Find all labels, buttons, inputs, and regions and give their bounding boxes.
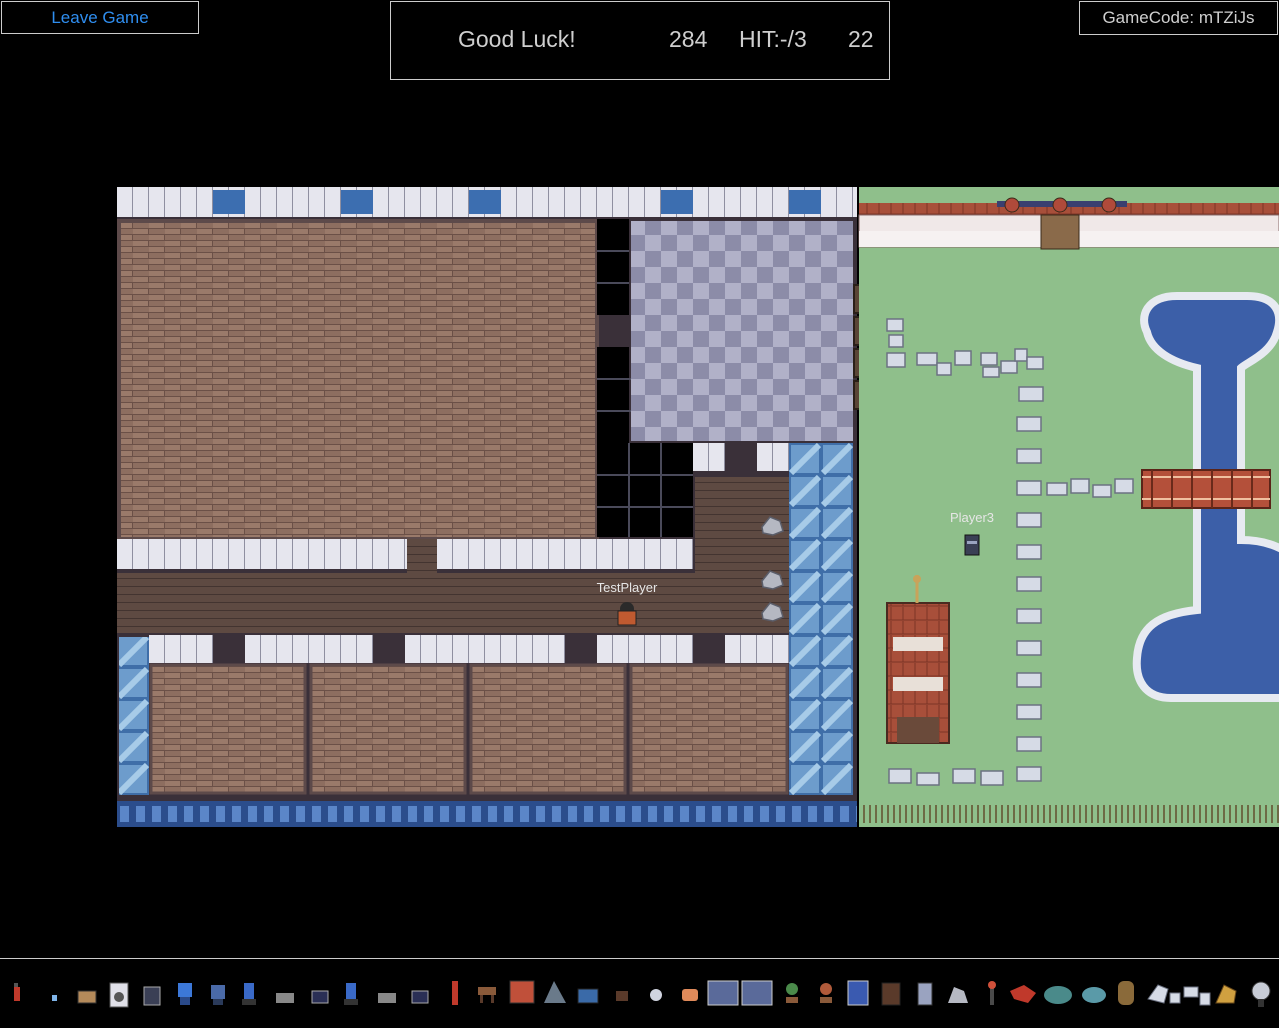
stool-icon[interactable]	[616, 991, 628, 1001]
leave-game-button[interactable]: Leave Game	[1, 1, 199, 34]
office-chair-2-icon[interactable]	[344, 983, 358, 1005]
stove-icon[interactable]	[741, 980, 773, 1006]
office-chair-icon[interactable]	[242, 983, 256, 1005]
bush-icon[interactable]	[1044, 986, 1072, 1004]
item-toolbar	[0, 958, 1279, 1023]
chair-icon[interactable]	[211, 985, 225, 1005]
game-map[interactable]: Player3 TestPlayer	[117, 187, 1279, 827]
shop-counter-icon[interactable]	[509, 980, 535, 1004]
item-toolbar-icons	[14, 980, 1271, 1008]
rock-icon[interactable]	[948, 987, 968, 1003]
washing-machine-icon[interactable]	[109, 982, 129, 1008]
desk-2-icon[interactable]	[378, 993, 396, 1003]
teapot-icon[interactable]	[650, 989, 662, 1001]
robot-icon[interactable]	[917, 982, 933, 1006]
bush-2-icon[interactable]	[1082, 987, 1106, 1003]
plant-icon[interactable]	[544, 981, 566, 1003]
boxes-icon[interactable]	[77, 990, 97, 1004]
grill-icon[interactable]	[1251, 981, 1271, 1007]
kitchen-counter-icon[interactable]	[707, 980, 739, 1006]
testplayer-label: TestPlayer	[597, 580, 658, 595]
status-panel: Good Luck! 284 HIT:-/3 22	[390, 1, 890, 80]
game-code: GameCode: mTZiJs	[1079, 1, 1278, 35]
status-text: Good Luck!	[458, 26, 576, 52]
red-dragon-icon[interactable]	[1010, 985, 1036, 1003]
bench-icon[interactable]	[478, 987, 496, 1003]
owl-statue-icon[interactable]	[1118, 981, 1134, 1005]
desk-icon[interactable]	[276, 993, 294, 1003]
bonsai-2-icon[interactable]	[820, 983, 832, 1003]
score-value: 284	[669, 26, 708, 52]
tv-icon[interactable]	[577, 988, 599, 1004]
cabinet-icon[interactable]	[881, 982, 901, 1006]
testplayer-sprite	[617, 610, 637, 626]
small-vial-icon[interactable]	[52, 995, 57, 1001]
briefcase-2-icon[interactable]	[411, 990, 429, 1004]
trash-bin-icon[interactable]	[143, 986, 161, 1006]
stone-path-2-icon[interactable]	[1183, 986, 1211, 1006]
blue-machine-icon[interactable]	[847, 980, 869, 1006]
player3-sprite	[964, 534, 980, 556]
player3-label: Player3	[950, 510, 994, 525]
blue-chair-icon[interactable]	[178, 983, 192, 1005]
lamp-post-icon[interactable]	[988, 981, 996, 1005]
briefcase-icon[interactable]	[311, 990, 329, 1004]
fire-extinguisher-icon[interactable]	[14, 983, 20, 1001]
bonsai-icon[interactable]	[786, 983, 798, 1003]
hit-counter: HIT:-/3	[739, 26, 807, 52]
red-lamp-icon[interactable]	[452, 981, 458, 1005]
gold-ore-icon[interactable]	[1215, 984, 1237, 1004]
stone-path-icon[interactable]	[1147, 984, 1181, 1004]
timer-value: 22	[848, 26, 874, 52]
bread-icon[interactable]	[682, 989, 698, 1001]
